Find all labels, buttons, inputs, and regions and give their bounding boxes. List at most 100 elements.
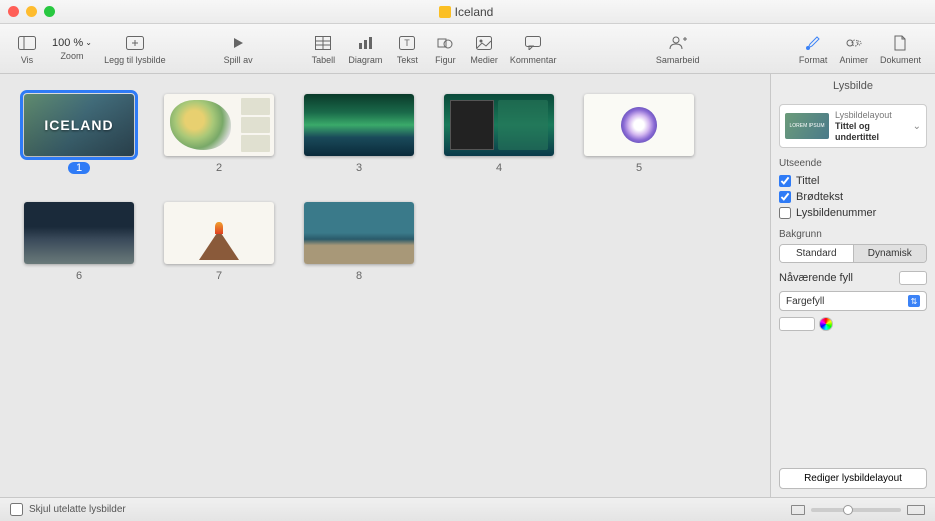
chart-icon bbox=[355, 33, 375, 53]
current-fill-row: Nåværende fyll bbox=[779, 271, 927, 285]
light-table-view[interactable]: ICELAND 1 2 3 4 5 6 7 8 bbox=[0, 74, 770, 497]
document-icon bbox=[890, 33, 910, 53]
slide-thumbnail-1[interactable]: ICELAND 1 bbox=[24, 94, 134, 174]
background-section-label: Bakgrunn bbox=[779, 229, 927, 240]
add-slide-label: Legg til lysbilde bbox=[104, 55, 166, 65]
hide-skipped-checkbox[interactable] bbox=[10, 503, 23, 516]
title-checkbox[interactable] bbox=[779, 175, 791, 187]
slide-thumbnail-3[interactable]: 3 bbox=[304, 94, 414, 174]
fill-color-swatch[interactable] bbox=[779, 317, 815, 331]
layout-value: Tittel og undertittel bbox=[835, 121, 907, 143]
body-checkbox-row[interactable]: Brødtekst bbox=[779, 189, 927, 205]
slide-number: 8 bbox=[356, 270, 362, 282]
animate-label: Animer bbox=[839, 55, 868, 65]
bottom-bar: Skjul utelatte lysbilder bbox=[0, 497, 935, 521]
zoom-value: 100 %⌄ bbox=[52, 37, 92, 49]
shape-button[interactable]: Figur bbox=[428, 26, 462, 72]
inspector-title: Lysbilde bbox=[771, 74, 935, 98]
slide-number: 4 bbox=[496, 162, 502, 174]
zoom-label: Zoom bbox=[60, 51, 83, 61]
collaborate-label: Samarbeid bbox=[656, 55, 700, 65]
table-icon bbox=[313, 33, 333, 53]
slide-thumbnail-8[interactable]: 8 bbox=[304, 202, 414, 282]
body-checkbox[interactable] bbox=[779, 191, 791, 203]
slidenumber-checkbox[interactable] bbox=[779, 207, 791, 219]
slide-layout-selector[interactable]: LOREM IPSUM Lysbildelayout Tittel og und… bbox=[779, 104, 927, 148]
comment-label: Kommentar bbox=[510, 55, 557, 65]
background-mode-segmented[interactable]: Standard Dynamisk bbox=[779, 244, 927, 263]
appearance-section-label: Utseende bbox=[779, 158, 927, 169]
slide-number: 1 bbox=[68, 162, 90, 174]
shape-label: Figur bbox=[435, 55, 456, 65]
slider-knob[interactable] bbox=[843, 505, 853, 515]
table-label: Tabell bbox=[312, 55, 336, 65]
window-controls bbox=[8, 6, 55, 17]
close-button[interactable] bbox=[8, 6, 19, 17]
view-label: Vis bbox=[21, 55, 33, 65]
play-icon bbox=[228, 33, 248, 53]
document-title-text: Iceland bbox=[455, 5, 494, 19]
title-checkbox-row[interactable]: Tittel bbox=[779, 173, 927, 189]
format-label: Format bbox=[799, 55, 828, 65]
plus-icon bbox=[125, 33, 145, 53]
add-slide-button[interactable]: Legg til lysbilde bbox=[100, 26, 170, 72]
comment-icon bbox=[523, 33, 543, 53]
layout-thumbnail-icon: LOREM IPSUM bbox=[785, 113, 829, 139]
media-icon bbox=[474, 33, 494, 53]
media-button[interactable]: Medier bbox=[466, 26, 502, 72]
seg-standard[interactable]: Standard bbox=[780, 245, 853, 262]
zoom-button[interactable]: 100 %⌄ Zoom bbox=[48, 26, 96, 72]
body-checkbox-label: Brødtekst bbox=[796, 191, 843, 203]
text-label: Tekst bbox=[397, 55, 418, 65]
sidebar-icon bbox=[17, 33, 37, 53]
current-fill-label: Nåværende fyll bbox=[779, 272, 853, 284]
slide-thumbnail-7[interactable]: 7 bbox=[164, 202, 274, 282]
slide-thumbnail-4[interactable]: 4 bbox=[444, 94, 554, 174]
slide-thumbnail-5[interactable]: 5 bbox=[584, 94, 694, 174]
slide-number: 7 bbox=[216, 270, 222, 282]
slide-number: 6 bbox=[76, 270, 82, 282]
chart-button[interactable]: Diagram bbox=[344, 26, 386, 72]
slide-number: 5 bbox=[636, 162, 642, 174]
document-title: Iceland bbox=[55, 5, 877, 19]
main-area: ICELAND 1 2 3 4 5 6 7 8 bbox=[0, 74, 935, 497]
thumbnail-zoom-slider[interactable] bbox=[811, 508, 901, 512]
svg-text:T: T bbox=[405, 38, 411, 48]
document-label: Dokument bbox=[880, 55, 921, 65]
play-button[interactable]: Spill av bbox=[220, 26, 257, 72]
slide-number: 2 bbox=[216, 162, 222, 174]
text-button[interactable]: T Tekst bbox=[390, 26, 424, 72]
toolbar: Vis 100 %⌄ Zoom Legg til lysbilde Spill … bbox=[0, 24, 935, 74]
title-checkbox-label: Tittel bbox=[796, 175, 819, 187]
seg-dynamic[interactable]: Dynamisk bbox=[853, 245, 927, 262]
fill-type-select[interactable]: Fargefyll ⇅ bbox=[779, 291, 927, 311]
inspector-panel: Lysbilde LOREM IPSUM Lysbildelayout Titt… bbox=[770, 74, 935, 497]
slide-1-title: ICELAND bbox=[44, 117, 113, 133]
format-button[interactable]: Format bbox=[795, 26, 832, 72]
text-icon: T bbox=[397, 33, 417, 53]
view-button[interactable]: Vis bbox=[10, 26, 44, 72]
color-wheel-button[interactable] bbox=[819, 317, 833, 331]
fill-type-value: Fargefyll bbox=[786, 296, 824, 307]
current-fill-swatch[interactable] bbox=[899, 271, 927, 285]
animate-icon bbox=[844, 33, 864, 53]
table-button[interactable]: Tabell bbox=[306, 26, 340, 72]
slidenumber-checkbox-label: Lysbildenummer bbox=[796, 207, 876, 219]
view-mode-icon[interactable] bbox=[791, 505, 805, 515]
view-mode-large-icon[interactable] bbox=[907, 505, 925, 515]
slidenumber-checkbox-row[interactable]: Lysbildenummer bbox=[779, 205, 927, 221]
hide-skipped-label: Skjul utelatte lysbilder bbox=[29, 504, 126, 515]
animate-button[interactable]: Animer bbox=[835, 26, 872, 72]
fullscreen-button[interactable] bbox=[44, 6, 55, 17]
document-button[interactable]: Dokument bbox=[876, 26, 925, 72]
titlebar: Iceland bbox=[0, 0, 935, 24]
slide-thumbnail-2[interactable]: 2 bbox=[164, 94, 274, 174]
layout-label: Lysbildelayout bbox=[835, 110, 907, 121]
layout-text: Lysbildelayout Tittel og undertittel bbox=[835, 110, 907, 142]
edit-slide-layout-button[interactable]: Rediger lysbildelayout bbox=[779, 468, 927, 489]
minimize-button[interactable] bbox=[26, 6, 37, 17]
slide-thumbnail-6[interactable]: 6 bbox=[24, 202, 134, 282]
brush-icon bbox=[803, 33, 823, 53]
comment-button[interactable]: Kommentar bbox=[506, 26, 561, 72]
collaborate-button[interactable]: Samarbeid bbox=[652, 26, 704, 72]
